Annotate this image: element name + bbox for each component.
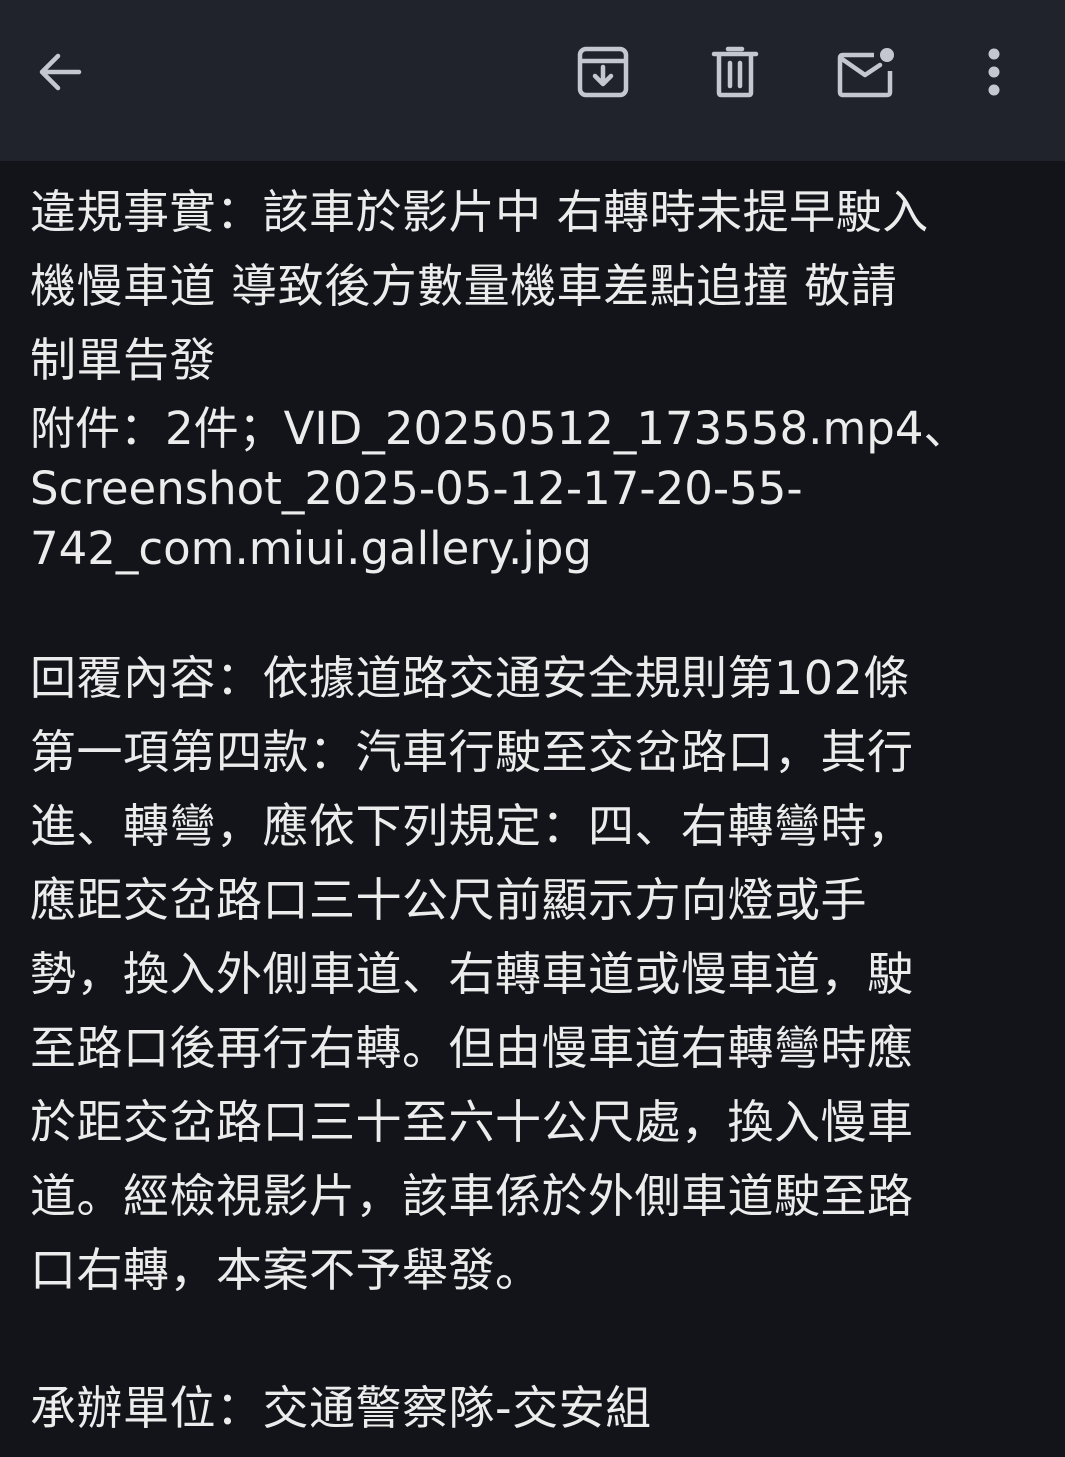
reply-line: 回覆內容：依據道路交通安全規則第102條 [30, 651, 910, 705]
attachment-line: Screenshot_2025-05-12-17-20-55- [30, 462, 803, 515]
back-button[interactable] [22, 34, 98, 110]
trash-icon [710, 45, 760, 99]
delete-button[interactable] [697, 34, 773, 110]
handling-unit: 承辦單位：交通警察隊-交安組 [30, 1381, 652, 1435]
more-options-button[interactable] [956, 34, 1032, 110]
top-app-bar [0, 0, 1065, 161]
attachment-section: 附件：2件；VID_20250512_173558.mp4、 Screensho… [30, 399, 1030, 579]
attachment-line: 742_com.miui.gallery.jpg [30, 522, 592, 575]
violation-line: 制單告發 [30, 333, 216, 387]
arrow-left-icon [35, 47, 85, 97]
archive-icon [576, 45, 630, 99]
reply-line: 至路口後再行右轉。但由慢車道右轉彎時應 [30, 1021, 914, 1075]
reply-line: 道。經檢視影片，該車係於外側車道駛至路 [30, 1169, 914, 1223]
reply-line: 勢，換入外側車道、右轉車道或慢車道，駛 [30, 947, 914, 1001]
more-vertical-icon [984, 47, 1004, 97]
attachment-line: 附件：2件；VID_20250512_173558.mp4、 [30, 402, 969, 455]
violation-line: 違規事實：該車於影片中 右轉時未提早駛入 [30, 185, 929, 239]
mark-unread-icon [836, 45, 898, 99]
reply-line: 口右轉，本案不予舉發。 [30, 1243, 542, 1297]
reply-line: 應距交岔路口三十公尺前顯示方向燈或手 [30, 873, 867, 927]
email-body: 違規事實：該車於影片中 右轉時未提早駛入 機慢車道 導致後方數量機車差點追撞 敬… [30, 175, 1030, 1445]
mark-unread-button[interactable] [829, 34, 905, 110]
violation-section: 違規事實：該車於影片中 右轉時未提早駛入 機慢車道 導致後方數量機車差點追撞 敬… [30, 175, 1030, 397]
reply-line: 於距交岔路口三十至六十公尺處，換入慢車 [30, 1095, 914, 1149]
violation-line: 機慢車道 導致後方數量機車差點追撞 敬請 [30, 259, 898, 313]
reply-section: 回覆內容：依據道路交通安全規則第102條 第一項第四款：汽車行駛至交岔路口，其行… [30, 641, 1030, 1307]
reply-line: 第一項第四款：汽車行駛至交岔路口，其行 [30, 725, 914, 779]
archive-button[interactable] [565, 34, 641, 110]
reply-line: 進、轉彎，應依下列規定：四、右轉彎時， [30, 799, 914, 853]
